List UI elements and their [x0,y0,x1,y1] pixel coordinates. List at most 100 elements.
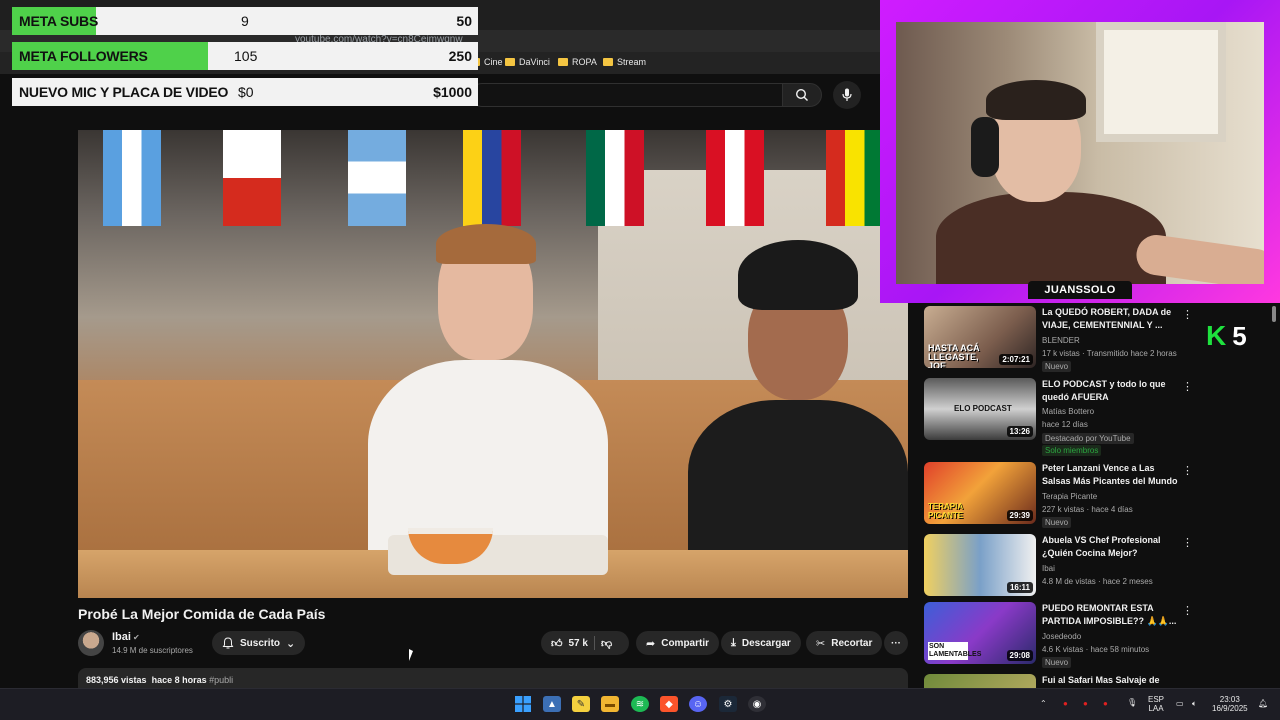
steam-icon[interactable]: ⚙ [719,696,737,712]
discord-icon[interactable]: ☺ [689,696,707,712]
video-duration: 29:39 [1006,510,1033,521]
recommendation-title[interactable]: La QUEDÓ ROBERT, DADA de VIAJE, CEMENTEN… [1042,306,1182,332]
webcam-feed [896,22,1264,284]
verified-icon: ✔ [133,633,140,642]
video-thumbnail[interactable]: SON LAMENTABLES 29:08 [924,602,1036,664]
tray-app-icon[interactable]: ● [1083,699,1088,708]
tray-app-icon[interactable]: ● [1103,699,1108,708]
share-button[interactable]: ➦ Compartir [636,631,720,655]
video-thumbnail[interactable]: HASTA ACÁ LLEGASTE, JOE 2:07:21 [924,306,1036,368]
k-counter-badge: K 5 [1206,320,1247,352]
microphone-icon [842,88,852,101]
obs-icon[interactable]: ◉ [748,696,766,712]
video-title: Probé La Mejor Comida de Cada País [78,606,326,622]
recommendation-stats: 4.6 K vistas · hace 58 minutos [1042,645,1150,654]
video-duration: 16:11 [1006,582,1033,593]
recommendation-title[interactable]: Fui al Safari Mas Salvaje de [1042,674,1182,687]
hashtag-link[interactable]: #publi [209,675,233,685]
more-options-icon[interactable]: ⋮ [1182,380,1193,393]
goal-label: META SUBS [19,13,99,29]
file-explorer-icon[interactable]: ▬ [601,696,619,712]
share-icon: ➦ [646,637,656,650]
k-letter: K [1206,320,1227,351]
recommendation-item[interactable]: SON LAMENTABLES 29:08 PUEDO REMONTAR EST… [924,602,1194,670]
sticky-notes-icon[interactable]: ✎ [572,696,590,712]
search-icon [795,88,808,101]
folder-icon [603,58,613,66]
clip-button[interactable]: ✂ Recortar [806,631,883,655]
goal-current: $0 [238,84,254,100]
more-options-icon[interactable]: ⋮ [1182,308,1193,321]
notification-icon[interactable]: 🔔︎ [1258,699,1268,708]
channel-avatar[interactable] [78,630,104,656]
like-count[interactable]: 57 k [569,638,588,649]
video-thumbnail[interactable]: 16:11 [924,534,1036,596]
spotify-icon[interactable]: ≋ [631,696,649,712]
thumbs-down-icon[interactable]: 👎︎ [601,637,612,650]
subscribed-button[interactable]: Suscrito ⌄ [212,631,306,655]
network-icon[interactable]: ▭ [1176,699,1184,708]
video-person-left [348,224,608,570]
video-duration: 2:07:21 [999,354,1033,365]
search-button[interactable] [782,83,822,107]
goal-bar-subs: META SUBS 9 50 [12,7,478,35]
new-badge: Nuevo [1042,657,1072,668]
scrollbar-track[interactable] [1270,305,1278,688]
photos-icon[interactable]: ▲ [543,696,561,712]
video-thumbnail[interactable]: ELO PODCAST 13:26 [924,378,1036,440]
video-thumbnail[interactable] [924,674,1036,688]
recommendation-item[interactable]: HASTA ACÁ LLEGASTE, JOE 2:07:21 La QUEDÓ… [924,306,1194,374]
bookmark-stream[interactable]: Stream [603,57,646,67]
recommendation-stats: 17 k vistas · Transmitido hace 2 horas [1042,349,1177,358]
recommendation-item[interactable]: Fui al Safari Mas Salvaje de [924,674,1194,688]
more-options-icon[interactable]: ⋮ [1182,536,1193,549]
voice-search-button[interactable] [833,81,861,109]
bookmark-davinci[interactable]: DaVinci [505,57,550,67]
recommendation-channel[interactable]: BLENDER [1042,336,1080,345]
microphone-icon[interactable]: 🎙︎ [1127,698,1137,707]
video-player[interactable] [78,130,908,598]
flag-ecuador [463,130,521,226]
recommendation-channel[interactable]: Matías Bottero [1042,407,1094,416]
language-indicator[interactable]: ESP LAA [1148,695,1164,713]
more-actions-button[interactable]: ··· [884,631,908,655]
search-input[interactable] [470,83,782,107]
clock[interactable]: 23:03 16/9/2025 [1212,695,1248,713]
goal-bar-followers: META FOLLOWERS 105 250 [12,42,478,70]
download-button[interactable]: ⤓ Descargar [721,631,801,655]
brave-browser-icon[interactable]: ◆ [660,696,678,712]
volume-icon[interactable]: 🔈︎ [1192,699,1197,708]
channel-name[interactable]: Ibai [112,631,131,643]
scrollbar-thumb[interactable] [1272,306,1276,322]
goal-label: NUEVO MIC Y PLACA DE VIDEO [19,84,229,100]
recommendation-channel[interactable]: Terapia Picante [1042,492,1097,501]
video-thumbnail[interactable]: TERAPIA PICANTE 29:39 [924,462,1036,524]
recommendation-stats: 227 k vistas · hace 4 días [1042,505,1133,514]
flag-bolivia [826,130,884,226]
recommendation-item[interactable]: TERAPIA PICANTE 29:39 Peter Lanzani Venc… [924,462,1194,530]
chevron-up-icon[interactable]: ⌃ [1040,699,1047,708]
more-options-icon[interactable]: ⋮ [1182,604,1193,617]
goal-bar-mic: NUEVO MIC Y PLACA DE VIDEO $0 $1000 [12,78,478,106]
recommendation-item[interactable]: 16:11 Abuela VS Chef Profesional ¿Quién … [924,534,1194,602]
recommendation-title[interactable]: PUEDO REMONTAR ESTA PARTIDA IMPOSIBLE?? … [1042,602,1182,628]
recommendation-title[interactable]: Peter Lanzani Vence a Las Salsas Más Pic… [1042,462,1182,488]
goal-target: 50 [456,13,472,29]
featured-badge: Destacado por YouTube [1042,433,1134,444]
recommendation-channel[interactable]: Ibai [1042,564,1055,573]
recommendation-channel[interactable]: Josedeodo [1042,632,1081,641]
tray-app-icon[interactable]: ● [1063,699,1068,708]
recommendation-title[interactable]: ELO PODCAST y todo lo que quedó AFUERA [1042,378,1182,404]
thumbs-up-icon[interactable]: 👍︎ [551,637,563,650]
video-duration: 29:08 [1006,650,1033,661]
bell-icon [222,637,234,649]
bookmark-ropa[interactable]: ROPA [558,57,597,67]
recommendation-title[interactable]: Abuela VS Chef Profesional ¿Quién Cocina… [1042,534,1182,560]
subscriber-count: 14.9 M de suscriptores [112,646,193,655]
windows-start-icon[interactable] [514,696,532,712]
streamer-name: JUANSSOLO [1028,281,1132,299]
recommendation-item[interactable]: ELO PODCAST 13:26 ELO PODCAST y todo lo … [924,378,1194,458]
goal-current: 9 [241,13,249,29]
folder-icon [558,58,568,66]
more-options-icon[interactable]: ⋮ [1182,464,1193,477]
